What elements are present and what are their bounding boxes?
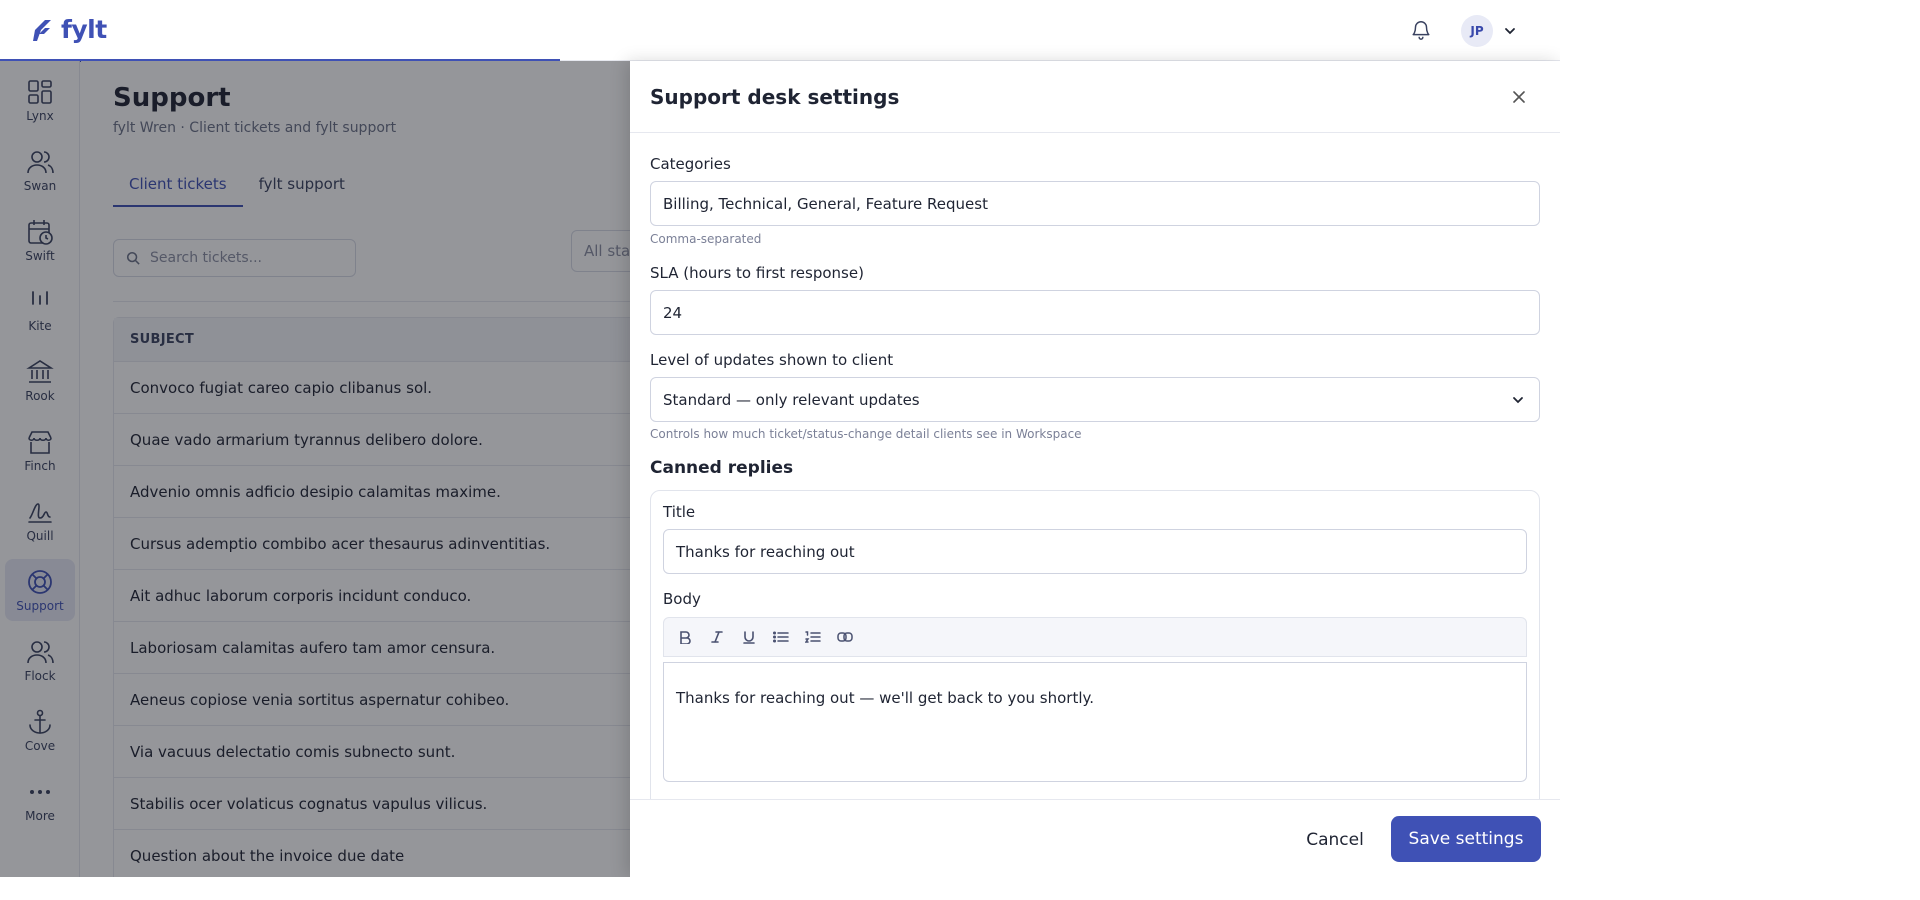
- categories-help: Comma-separated: [650, 232, 762, 246]
- updates-level-help: Controls how much ticket/status-change d…: [650, 427, 1082, 441]
- updates-level-label: Level of updates shown to client: [650, 351, 894, 369]
- categories-field[interactable]: Billing, Technical, General, Feature Req…: [650, 181, 1540, 226]
- bold-icon[interactable]: [676, 628, 694, 646]
- link-icon[interactable]: [836, 628, 854, 646]
- numbered-list-icon[interactable]: [804, 628, 822, 646]
- editor-toolbar: [663, 617, 1527, 657]
- sla-label: SLA (hours to first response): [650, 264, 864, 282]
- save-settings-button[interactable]: Save settings: [1391, 816, 1541, 862]
- underline-icon[interactable]: [740, 628, 758, 646]
- drawer-footer: Cancel Save settings: [630, 799, 1560, 877]
- drawer-header: Support desk settings: [630, 61, 1560, 133]
- reply-body-label: Body: [663, 590, 701, 608]
- updates-level-value: Standard — only relevant updates: [663, 390, 920, 409]
- drawer-title: Support desk settings: [650, 85, 900, 109]
- sla-field[interactable]: 24: [650, 290, 1540, 335]
- chevron-down-icon[interactable]: [1503, 24, 1517, 38]
- logo[interactable]: fylt: [31, 16, 107, 44]
- close-icon[interactable]: [1510, 88, 1528, 106]
- bullet-list-icon[interactable]: [772, 628, 790, 646]
- settings-drawer: Support desk settings Categories Billing…: [630, 61, 1560, 877]
- top-bar: fylt JP: [0, 0, 1560, 62]
- reply-body-editor[interactable]: Thanks for reaching out — we'll get back…: [663, 662, 1527, 782]
- app-window: fylt JP Lynx Swan Swift Kite Rook Finch …: [0, 0, 1560, 877]
- reply-title-field[interactable]: Thanks for reaching out: [663, 529, 1527, 574]
- canned-replies-title: Canned replies: [650, 458, 794, 478]
- fylt-logo-icon: [33, 20, 51, 41]
- categories-label: Categories: [650, 155, 731, 173]
- canned-reply-card: Title Thanks for reaching out Body Thank…: [650, 490, 1540, 850]
- reply-title-label: Title: [663, 503, 696, 521]
- logo-text: fylt: [61, 15, 107, 44]
- italic-icon[interactable]: [708, 628, 726, 646]
- cancel-button[interactable]: Cancel: [1290, 818, 1380, 862]
- avatar[interactable]: JP: [1461, 15, 1493, 47]
- updates-level-select[interactable]: Standard — only relevant updates: [650, 377, 1540, 422]
- chevron-down-icon: [1513, 397, 1523, 404]
- bell-icon[interactable]: [1410, 18, 1432, 42]
